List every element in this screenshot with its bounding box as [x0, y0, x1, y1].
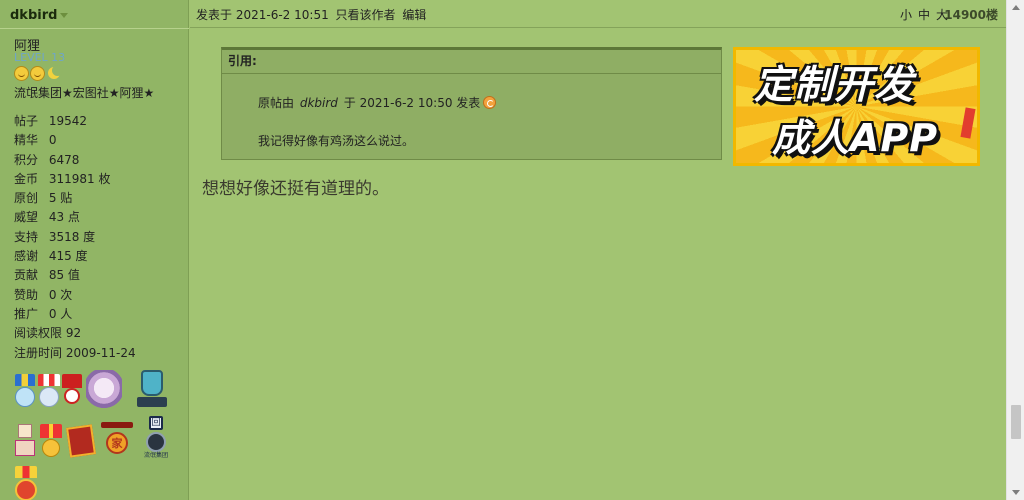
level-icons — [14, 65, 63, 81]
smiley-icon — [14, 66, 29, 81]
quote-author-link[interactable]: dkbird — [300, 96, 338, 110]
stat-value: 0 人 — [48, 306, 73, 321]
stat-label: 感谢 — [14, 249, 39, 264]
scroll-down-arrow-icon[interactable] — [1012, 490, 1020, 495]
stat-row: 注册时间 2009-11-24 — [14, 344, 136, 363]
posted-label: 发表于 — [196, 8, 233, 22]
stat-label: 原创 — [14, 191, 39, 206]
stat-row: 威望 43 点 — [14, 208, 136, 227]
scrollbar-thumb[interactable] — [1011, 405, 1021, 439]
stat-label: 金币 — [14, 171, 39, 186]
stat-value: 6478 — [48, 152, 80, 167]
family-badge-icon[interactable]: 家 — [101, 422, 133, 458]
stat-value: 0 — [48, 133, 57, 148]
post-meta: 发表于 2021-6-2 10:51 只看该作者 编辑 — [196, 6, 426, 23]
user-groups: 流氓集团★宏图社★阿狸★ — [14, 86, 155, 100]
moon-icon — [46, 65, 63, 81]
stat-value: 3518 度 — [48, 229, 96, 244]
stat-value: 0 次 — [48, 287, 73, 302]
stat-label: 帖子 — [14, 114, 39, 128]
medal-icon[interactable] — [40, 424, 62, 458]
quote-suffix: 发表 — [456, 96, 481, 110]
posted-time: 2021-6-2 10:51 — [235, 8, 329, 22]
quote-block: 引用: 原帖由 dkbird 于 2021-6-2 10:50 发表 我记得好像… — [221, 47, 722, 160]
stat-row: 赞助 0 次 — [14, 286, 136, 305]
quote-mid: 于 — [343, 96, 356, 110]
smiley-icon — [30, 66, 45, 81]
user-stats: 帖子 19542 精华 0 积分 6478 金币 311981 枚 原创 5 贴… — [14, 112, 136, 363]
return-to-post-icon[interactable] — [483, 96, 497, 109]
badge-symbol: 回 — [149, 416, 163, 430]
quote-time: 2021-6-2 10:50 — [359, 96, 453, 110]
stat-value: 92 — [65, 326, 82, 341]
medal-icon[interactable] — [86, 370, 122, 410]
edit-link[interactable]: 编辑 — [402, 8, 426, 22]
stat-row: 精华 0 — [14, 131, 136, 150]
username-menu[interactable]: dkbird — [10, 8, 69, 23]
stat-row: 支持 3518 度 — [14, 228, 136, 247]
stat-label: 推广 — [14, 306, 39, 321]
stat-label: 精华 — [14, 133, 39, 148]
stat-value: 5 贴 — [48, 191, 73, 206]
stat-row: 金币 311981 枚 — [14, 170, 136, 189]
stat-row: 推广 0 人 — [14, 305, 136, 324]
medal-icon[interactable] — [38, 374, 60, 408]
font-size-switcher: 小中大 — [894, 6, 948, 23]
only-author-link[interactable]: 只看该作者 — [336, 8, 396, 22]
post-header: 发表于 2021-6-2 10:51 只看该作者 编辑 小中大 14900楼 — [190, 0, 1006, 28]
stat-value: 19542 — [48, 114, 88, 128]
medal-icon[interactable] — [62, 374, 82, 408]
stat-value: 85 值 — [48, 268, 80, 283]
quote-prefix: 原帖由 — [258, 96, 295, 110]
stat-label: 注册时间 — [14, 345, 63, 360]
stat-row: 贡献 85 值 — [14, 266, 136, 285]
stat-value: 311981 枚 — [48, 171, 111, 186]
group-badge-icon[interactable]: 回 流氓集团 — [141, 416, 171, 460]
medal-icon[interactable] — [15, 466, 39, 500]
ad-banner[interactable]: 定制开发 成人APP — [733, 47, 980, 166]
stat-value: 43 点 — [48, 210, 80, 225]
quote-text: 我记得好像有鸡汤这么说过。 — [258, 134, 415, 148]
post-message: 想想好像还挺有道理的。 — [202, 179, 389, 199]
stat-label: 阅读权限 — [14, 326, 63, 341]
stat-label: 支持 — [14, 229, 39, 244]
vertical-scrollbar[interactable] — [1006, 0, 1024, 500]
stat-label: 威望 — [14, 210, 39, 225]
username[interactable]: dkbird — [10, 8, 57, 23]
divider — [0, 28, 189, 29]
ad-title: 定制开发 — [754, 63, 915, 108]
author-sidebar: dkbird 阿狸 LEVEL 13 流氓集团★宏图社★阿狸★ 帖子 19542… — [0, 0, 189, 500]
stat-label: 赞助 — [14, 287, 39, 302]
badge-text: 家 — [106, 432, 128, 454]
font-small-link[interactable]: 小 — [900, 8, 912, 22]
stat-row: 原创 5 贴 — [14, 189, 136, 208]
stat-row: 感谢 415 度 — [14, 247, 136, 266]
quote-title: 引用: — [222, 50, 721, 74]
medal-icon[interactable] — [15, 374, 35, 408]
floor-number[interactable]: 14900楼 — [944, 6, 998, 23]
stat-label: 积分 — [14, 152, 39, 167]
quote-source: 原帖由 dkbird 于 2021-6-2 10:50 发表 — [258, 94, 497, 111]
medal-icon[interactable] — [66, 424, 96, 458]
stat-label: 贡献 — [14, 268, 39, 283]
badge-label: 流氓集团 — [143, 452, 168, 459]
stat-row: 积分 6478 — [14, 151, 136, 170]
trophy-medal-icon[interactable] — [133, 368, 171, 410]
stat-value: 2009-11-24 — [65, 345, 136, 360]
stat-row: 帖子 19542 — [14, 112, 136, 131]
font-medium-link[interactable]: 中 — [918, 8, 930, 22]
stat-row: 阅读权限 92 — [14, 324, 136, 343]
medal-icon[interactable] — [15, 424, 35, 458]
scroll-up-arrow-icon[interactable] — [1012, 5, 1020, 10]
chevron-down-icon[interactable] — [60, 13, 69, 18]
ad-subtitle: 成人APP — [772, 116, 939, 160]
stat-value: 415 度 — [48, 249, 88, 264]
user-level: LEVEL 13 — [14, 51, 66, 64]
